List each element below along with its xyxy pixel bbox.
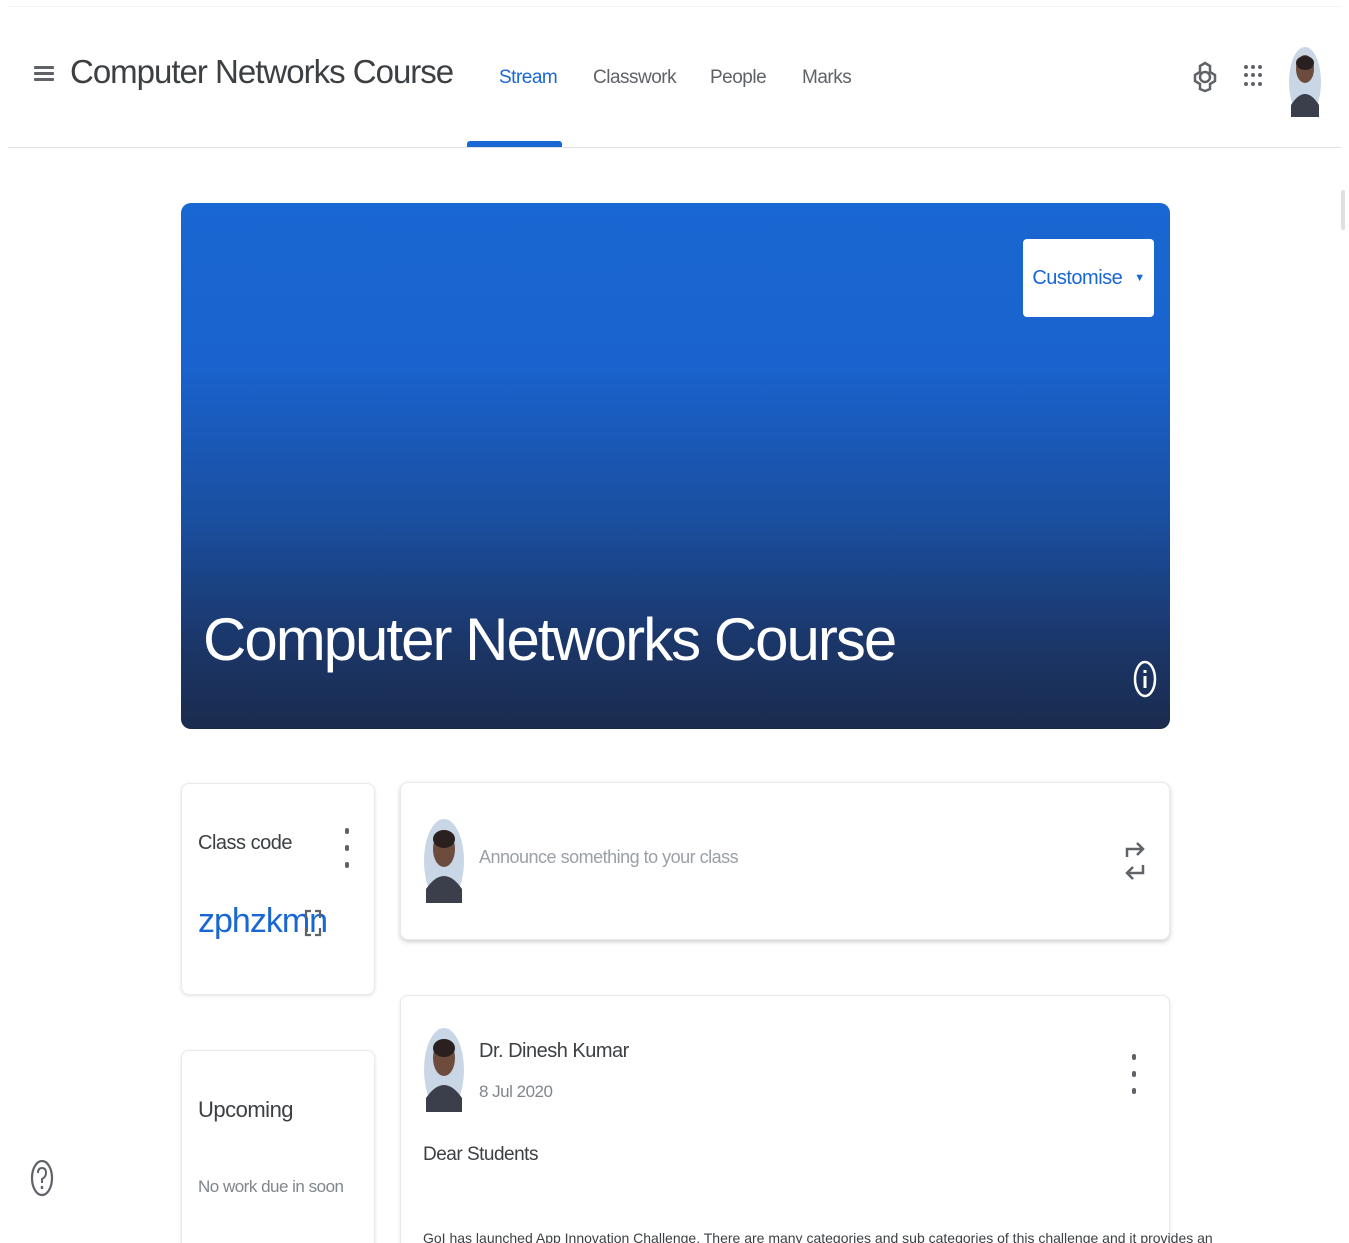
dropdown-caret-icon: ▼	[1134, 272, 1145, 284]
upcoming-title: Upcoming	[198, 1097, 294, 1122]
tab-people[interactable]: People	[710, 67, 767, 89]
post-body-text: GoI has launched App Innovation Challeng…	[423, 1230, 1213, 1243]
user-avatar	[423, 817, 465, 905]
tab-classwork[interactable]: Classwork	[593, 67, 677, 89]
page-scrollbar[interactable]	[1341, 190, 1345, 230]
tab-stream[interactable]: Stream	[499, 67, 558, 89]
upcoming-card: Upcoming No work due in soon	[181, 1050, 375, 1243]
tab-marks[interactable]: Marks	[802, 67, 852, 89]
post-more-icon[interactable]	[1129, 1054, 1139, 1094]
course-title[interactable]: Computer Networks Course	[70, 53, 454, 91]
stream-post: Dr. Dinesh Kumar 8 Jul 2020 Dear Student…	[400, 995, 1213, 1243]
help-icon[interactable]	[30, 1158, 54, 1198]
class-code-more-icon[interactable]	[342, 828, 352, 868]
class-code-card: Class code zphzkmn	[181, 783, 375, 995]
course-banner: Customise ▼ Computer Networks Course	[181, 203, 1170, 729]
customise-label: Customise	[1032, 266, 1123, 289]
post-greeting: Dear Students	[423, 1144, 538, 1165]
top-app-bar: Computer Networks Course Stream Classwor…	[8, 6, 1341, 148]
upcoming-empty-text: No work due in soon	[198, 1177, 344, 1196]
fullscreen-icon[interactable]	[304, 908, 322, 938]
settings-icon[interactable]	[1190, 59, 1220, 93]
author-avatar	[423, 1026, 465, 1114]
repost-icon[interactable]	[1123, 837, 1147, 885]
customise-button[interactable]: Customise ▼	[1023, 239, 1154, 317]
announce-box[interactable]: Announce something to your class	[400, 782, 1170, 940]
announce-placeholder[interactable]: Announce something to your class	[479, 847, 739, 868]
menu-icon[interactable]	[34, 63, 54, 87]
profile-avatar[interactable]	[1288, 45, 1322, 119]
post-date: 8 Jul 2020	[479, 1082, 553, 1101]
info-icon[interactable]	[1133, 659, 1157, 699]
banner-course-title: Computer Networks Course	[203, 606, 897, 673]
class-code-label: Class code	[198, 832, 292, 854]
apps-grid-icon[interactable]	[1244, 65, 1266, 87]
active-tab-indicator	[467, 141, 562, 147]
post-author-name[interactable]: Dr. Dinesh Kumar	[479, 1040, 629, 1063]
